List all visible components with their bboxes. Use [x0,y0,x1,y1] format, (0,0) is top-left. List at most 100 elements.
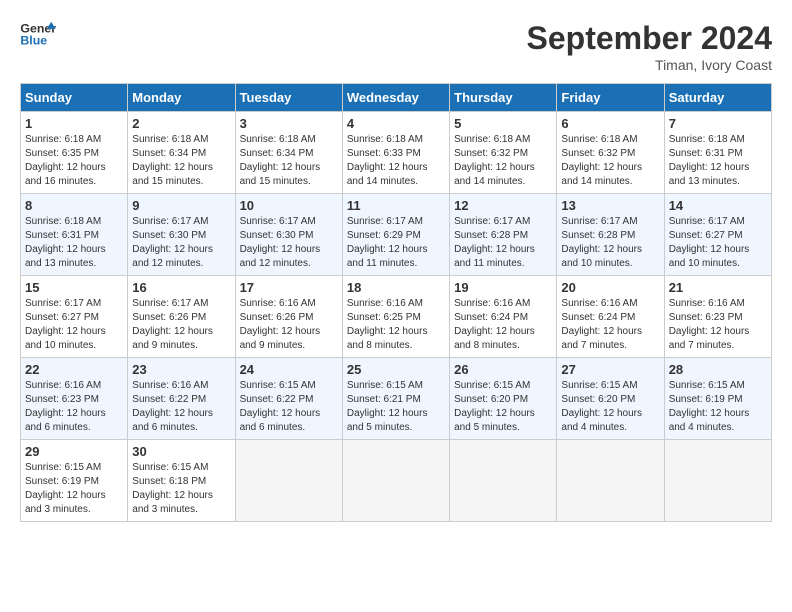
day-info: Sunrise: 6:15 AMSunset: 6:22 PMDaylight:… [240,380,321,433]
day-info: Sunrise: 6:17 AMSunset: 6:28 PMDaylight:… [561,216,642,269]
calendar-cell: 6Sunrise: 6:18 AMSunset: 6:32 PMDaylight… [557,112,664,194]
col-friday: Friday [557,84,664,112]
day-info: Sunrise: 6:16 AMSunset: 6:24 PMDaylight:… [561,298,642,351]
day-number: 10 [240,198,338,213]
calendar-cell: 8 Sunrise: 6:18 AMSunset: 6:31 PMDaylight… [21,194,128,276]
calendar-cell: 16 Sunrise: 6:17 AMSunset: 6:26 PMDayligh… [128,276,235,358]
svg-text:Blue: Blue [20,34,47,48]
calendar-cell [342,440,449,522]
calendar-cell: 23 Sunrise: 6:16 AMSunset: 6:22 PMDayligh… [128,358,235,440]
day-number: 25 [347,362,445,377]
day-number: 18 [347,280,445,295]
day-number: 16 [132,280,230,295]
day-number: 22 [25,362,123,377]
day-info: Sunrise: 6:17 AMSunset: 6:27 PMDaylight:… [669,216,750,269]
day-number: 15 [25,280,123,295]
day-info: Sunrise: 6:17 AMSunset: 6:27 PMDaylight:… [25,298,106,351]
col-wednesday: Wednesday [342,84,449,112]
day-info: Sunrise: 6:15 AMSunset: 6:20 PMDaylight:… [454,380,535,433]
day-info: Sunrise: 6:16 AMSunset: 6:26 PMDaylight:… [240,298,321,351]
calendar-cell: 24Sunrise: 6:15 AMSunset: 6:22 PMDayligh… [235,358,342,440]
col-monday: Monday [128,84,235,112]
day-info: Sunrise: 6:15 AMSunset: 6:20 PMDaylight:… [561,380,642,433]
calendar-cell: 1 Sunrise: 6:18 AMSunset: 6:35 PMDaylight… [21,112,128,194]
day-number: 20 [561,280,659,295]
location: Timan, Ivory Coast [527,57,772,73]
day-info: Sunrise: 6:15 AMSunset: 6:19 PMDaylight:… [25,462,106,515]
calendar-table: Sunday Monday Tuesday Wednesday Thursday… [20,83,772,522]
day-info: Sunrise: 6:18 AMSunset: 6:32 PMDaylight:… [561,134,642,187]
day-info: Sunrise: 6:18 AMSunset: 6:34 PMDaylight:… [240,134,321,187]
day-info: Sunrise: 6:18 AMSunset: 6:31 PMDaylight:… [25,216,106,269]
calendar-cell: 10 Sunrise: 6:17 AMSunset: 6:30 PMDayligh… [235,194,342,276]
day-number: 29 [25,444,123,459]
day-number: 3 [240,116,338,131]
day-number: 2 [132,116,230,131]
day-info: Sunrise: 6:16 AMSunset: 6:22 PMDaylight:… [132,380,213,433]
calendar-week-5: 29 Sunrise: 6:15 AMSunset: 6:19 PMDayligh… [21,440,772,522]
day-info: Sunrise: 6:16 AMSunset: 6:23 PMDaylight:… [25,380,106,433]
col-sunday: Sunday [21,84,128,112]
day-info: Sunrise: 6:16 AMSunset: 6:24 PMDaylight:… [454,298,535,351]
calendar-cell: 18Sunrise: 6:16 AMSunset: 6:25 PMDayligh… [342,276,449,358]
calendar-cell: 11Sunrise: 6:17 AMSunset: 6:29 PMDayligh… [342,194,449,276]
calendar-cell [450,440,557,522]
col-saturday: Saturday [664,84,771,112]
day-number: 19 [454,280,552,295]
day-number: 14 [669,198,767,213]
day-info: Sunrise: 6:17 AMSunset: 6:28 PMDaylight:… [454,216,535,269]
calendar-week-2: 8 Sunrise: 6:18 AMSunset: 6:31 PMDaylight… [21,194,772,276]
day-info: Sunrise: 6:18 AMSunset: 6:32 PMDaylight:… [454,134,535,187]
calendar-cell: 27 Sunrise: 6:15 AMSunset: 6:20 PMDayligh… [557,358,664,440]
day-info: Sunrise: 6:18 AMSunset: 6:35 PMDaylight:… [25,134,106,187]
title-section: September 2024 Timan, Ivory Coast [527,20,772,73]
day-number: 9 [132,198,230,213]
header-row: Sunday Monday Tuesday Wednesday Thursday… [21,84,772,112]
calendar-cell: 3 Sunrise: 6:18 AMSunset: 6:34 PMDaylight… [235,112,342,194]
day-number: 17 [240,280,338,295]
month-title: September 2024 [527,20,772,57]
calendar-cell [235,440,342,522]
day-number: 12 [454,198,552,213]
calendar-week-4: 22 Sunrise: 6:16 AMSunset: 6:23 PMDayligh… [21,358,772,440]
calendar-cell: 7Sunrise: 6:18 AMSunset: 6:31 PMDaylight… [664,112,771,194]
calendar-cell: 13 Sunrise: 6:17 AMSunset: 6:28 PMDayligh… [557,194,664,276]
calendar-cell: 22 Sunrise: 6:16 AMSunset: 6:23 PMDayligh… [21,358,128,440]
logo: General Blue [20,20,56,50]
day-info: Sunrise: 6:18 AMSunset: 6:31 PMDaylight:… [669,134,750,187]
calendar-cell [557,440,664,522]
calendar-cell: 2Sunrise: 6:18 AMSunset: 6:34 PMDaylight… [128,112,235,194]
day-info: Sunrise: 6:15 AMSunset: 6:18 PMDaylight:… [132,462,213,515]
calendar-cell: 19 Sunrise: 6:16 AMSunset: 6:24 PMDayligh… [450,276,557,358]
calendar-cell: 25 Sunrise: 6:15 AMSunset: 6:21 PMDayligh… [342,358,449,440]
day-number: 8 [25,198,123,213]
calendar-cell: 26 Sunrise: 6:15 AMSunset: 6:20 PMDayligh… [450,358,557,440]
day-number: 21 [669,280,767,295]
day-info: Sunrise: 6:17 AMSunset: 6:26 PMDaylight:… [132,298,213,351]
page-header: General Blue September 2024 Timan, Ivory… [20,20,772,73]
calendar-cell: 12 Sunrise: 6:17 AMSunset: 6:28 PMDayligh… [450,194,557,276]
day-info: Sunrise: 6:16 AMSunset: 6:23 PMDaylight:… [669,298,750,351]
day-number: 26 [454,362,552,377]
day-number: 4 [347,116,445,131]
day-number: 27 [561,362,659,377]
calendar-week-3: 15 Sunrise: 6:17 AMSunset: 6:27 PMDayligh… [21,276,772,358]
day-number: 13 [561,198,659,213]
day-info: Sunrise: 6:15 AMSunset: 6:21 PMDaylight:… [347,380,428,433]
calendar-cell: 21 Sunrise: 6:16 AMSunset: 6:23 PMDayligh… [664,276,771,358]
calendar-cell: 15 Sunrise: 6:17 AMSunset: 6:27 PMDayligh… [21,276,128,358]
calendar-cell: 29 Sunrise: 6:15 AMSunset: 6:19 PMDayligh… [21,440,128,522]
calendar-cell: 4Sunrise: 6:18 AMSunset: 6:33 PMDaylight… [342,112,449,194]
day-number: 11 [347,198,445,213]
calendar-cell [664,440,771,522]
day-info: Sunrise: 6:17 AMSunset: 6:30 PMDaylight:… [240,216,321,269]
calendar-cell: 30Sunrise: 6:15 AMSunset: 6:18 PMDayligh… [128,440,235,522]
logo-icon: General Blue [20,20,56,50]
calendar-cell: 14 Sunrise: 6:17 AMSunset: 6:27 PMDayligh… [664,194,771,276]
calendar-cell: 9Sunrise: 6:17 AMSunset: 6:30 PMDaylight… [128,194,235,276]
day-number: 1 [25,116,123,131]
calendar-cell: 5Sunrise: 6:18 AMSunset: 6:32 PMDaylight… [450,112,557,194]
day-number: 23 [132,362,230,377]
day-info: Sunrise: 6:15 AMSunset: 6:19 PMDaylight:… [669,380,750,433]
calendar-cell: 28Sunrise: 6:15 AMSunset: 6:19 PMDayligh… [664,358,771,440]
